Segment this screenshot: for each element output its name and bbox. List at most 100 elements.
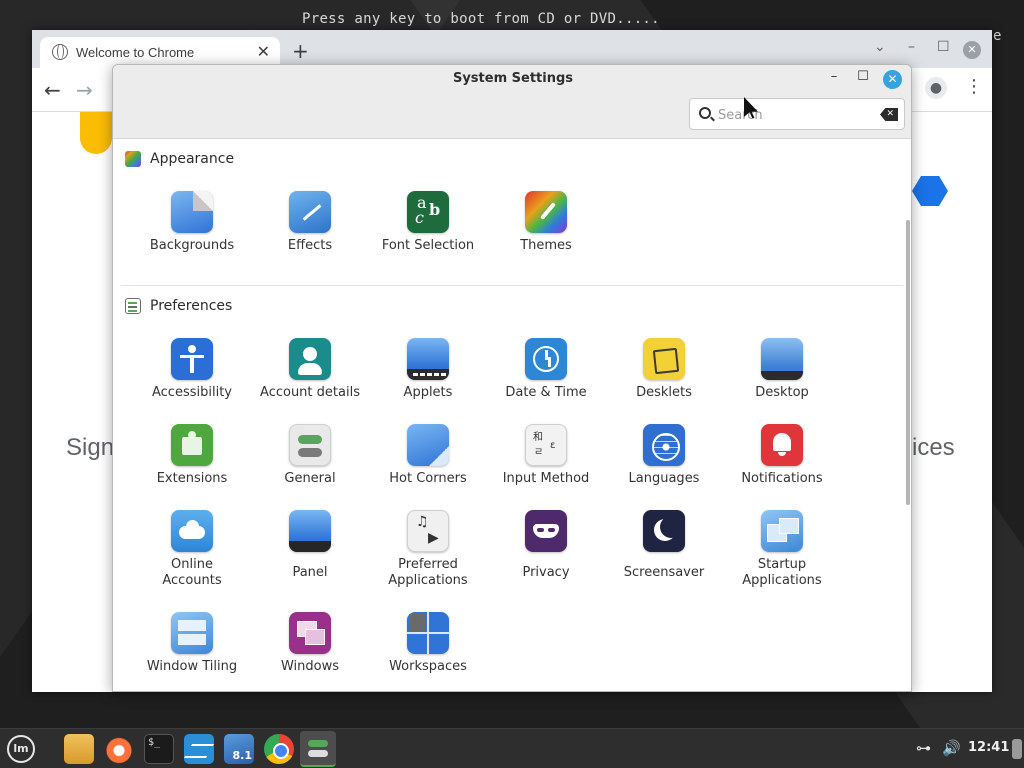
applet-label: Window Tiling — [146, 659, 238, 674]
applet-hot-corners[interactable]: Hot Corners — [369, 424, 487, 487]
font-glyph-c: c — [415, 208, 424, 227]
input-glyph-2: ㄹ — [534, 447, 544, 458]
chrome-launcher-icon[interactable] — [264, 734, 294, 764]
desktop-icon — [761, 338, 803, 380]
applet-date-time[interactable]: Date & Time — [487, 338, 605, 401]
profile-icon[interactable]: ● — [925, 77, 947, 99]
volume-icon[interactable]: 🔊 — [942, 739, 961, 757]
back-button[interactable]: ← — [44, 78, 61, 102]
settings-header: System Settings – ☐ ✕ ✕ — [113, 65, 911, 139]
minimize-button[interactable]: – — [824, 69, 844, 84]
applet-label: Extensions — [156, 471, 228, 486]
section-header-preferences: Preferences — [125, 296, 232, 316]
preferences-icon — [125, 298, 141, 314]
chrome-tab-strip: Welcome to Chrome ✕ + ⌄ – ☐ ✕ — [32, 30, 992, 68]
applet-backgrounds[interactable]: Backgrounds — [133, 191, 251, 254]
chrome-menu-icon[interactable]: ⋮ — [965, 76, 983, 97]
input-glyph-1: 和 — [533, 432, 543, 443]
applet-label: Input Method — [502, 471, 590, 486]
section-title: Appearance — [150, 151, 235, 167]
applet-preferred-applications[interactable]: ♫ ▶ Preferred Applications — [369, 510, 487, 589]
applet-label: Notifications — [741, 471, 823, 486]
terminal-launcher-icon[interactable]: $_ — [144, 734, 174, 764]
hexagon-decoration — [912, 176, 948, 206]
applet-notifications[interactable]: Notifications — [723, 424, 841, 487]
applet-label: Privacy — [522, 565, 570, 580]
applet-label: Effects — [287, 238, 333, 253]
applet-label: General — [284, 471, 336, 486]
chrome-chevron-down-icon[interactable]: ⌄ — [874, 39, 886, 55]
clock-icon — [525, 338, 567, 380]
applet-extensions[interactable]: Extensions — [133, 424, 251, 487]
applet-screensaver[interactable]: Screensaver — [605, 510, 723, 581]
workspaces-icon — [407, 612, 449, 654]
network-icon[interactable]: ⊶ — [916, 739, 931, 757]
applet-input-method[interactable]: 和 ㄹ ɛ Input Method — [487, 424, 605, 487]
taskbar: lm $_ 8.1 ⊶ 🔊 12:41 — [0, 728, 1024, 768]
applet-panel[interactable]: Panel — [251, 510, 369, 581]
applet-account-details[interactable]: Account details — [251, 338, 369, 401]
applet-label: Applets — [403, 385, 453, 400]
applet-online-accounts[interactable]: Online Accounts — [133, 510, 251, 589]
cloud-icon — [171, 510, 213, 552]
applet-font-selection[interactable]: a b c Font Selection — [369, 191, 487, 254]
bell-icon — [761, 424, 803, 466]
input-glyph-3: ɛ — [550, 440, 556, 451]
maximize-button[interactable]: ☐ — [853, 69, 873, 84]
terminal-edge-text: e — [993, 28, 1002, 44]
globe-icon — [52, 44, 68, 60]
files-launcher-icon[interactable] — [64, 734, 94, 764]
system-monitor-launcher-icon[interactable] — [184, 734, 214, 764]
applet-windows[interactable]: Windows — [251, 612, 369, 675]
applet-workspaces[interactable]: Workspaces — [369, 612, 487, 675]
firefox-launcher-icon[interactable] — [104, 734, 134, 764]
applets-icon — [407, 338, 449, 380]
preferred-apps-icon: ♫ ▶ — [407, 510, 449, 552]
applet-label: Hot Corners — [389, 471, 467, 486]
applet-label: Desklets — [636, 385, 692, 400]
applet-label: Accessibility — [152, 385, 232, 400]
chrome-tab-title: Welcome to Chrome — [76, 45, 195, 60]
mask-icon — [525, 510, 567, 552]
applet-startup-applications[interactable]: Startup Applications — [723, 510, 841, 589]
chrome-heading-fragment: Sign — [66, 434, 115, 461]
accessibility-icon — [171, 338, 213, 380]
section-title: Preferences — [150, 298, 233, 314]
window-title: System Settings — [452, 71, 574, 86]
font-glyph-b: b — [429, 200, 441, 219]
applet-languages[interactable]: Languages — [605, 424, 723, 487]
settings-content: Appearance Backgrounds Effects a b c Fon… — [113, 140, 911, 691]
applet-window-tiling[interactable]: Window Tiling — [133, 612, 251, 675]
applet-privacy[interactable]: Privacy — [487, 510, 605, 581]
software-manager-launcher-icon[interactable]: 8.1 — [224, 734, 254, 764]
applet-general[interactable]: General — [251, 424, 369, 487]
close-button[interactable]: ✕ — [883, 70, 902, 89]
globe-icon — [643, 424, 685, 466]
input-method-icon: 和 ㄹ ɛ — [525, 424, 567, 466]
themes-icon — [525, 191, 567, 233]
power-icon[interactable] — [1012, 739, 1022, 759]
tab-close-icon[interactable]: ✕ — [257, 42, 270, 61]
search-box[interactable]: ✕ — [689, 98, 905, 130]
forward-button[interactable]: → — [76, 78, 93, 102]
new-tab-button[interactable]: + — [292, 39, 309, 63]
applet-label: Date & Time — [505, 385, 587, 400]
chrome-close-button[interactable]: ✕ — [963, 41, 981, 59]
applet-applets[interactable]: Applets — [369, 338, 487, 401]
chrome-minimize-icon[interactable]: – — [908, 39, 915, 55]
mint-menu-button[interactable]: lm — [7, 735, 35, 763]
startup-icon — [761, 510, 803, 552]
chrome-maximize-icon[interactable]: ☐ — [937, 39, 950, 55]
scrollbar[interactable] — [906, 220, 910, 505]
clear-search-icon[interactable]: ✕ — [880, 108, 898, 121]
applet-desklets[interactable]: Desklets — [605, 338, 723, 401]
applet-themes[interactable]: Themes — [487, 191, 605, 254]
search-input[interactable] — [718, 105, 868, 125]
chrome-heading-fragment-right: ices — [912, 434, 955, 461]
applet-label: Preferred Applications — [388, 557, 468, 588]
applet-accessibility[interactable]: Accessibility — [133, 338, 251, 401]
system-settings-task-icon[interactable] — [300, 731, 336, 767]
applet-effects[interactable]: Effects — [251, 191, 369, 254]
clock[interactable]: 12:41 — [968, 740, 1009, 755]
applet-desktop[interactable]: Desktop — [723, 338, 841, 401]
